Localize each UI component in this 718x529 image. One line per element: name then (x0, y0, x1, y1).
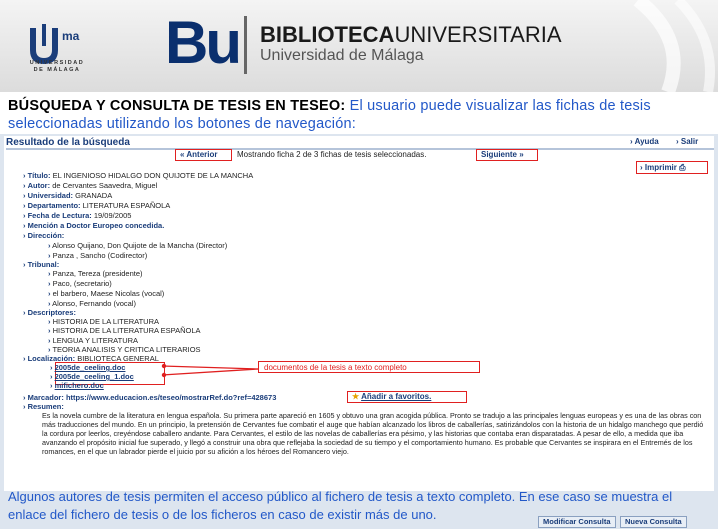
list-item: › Alonso Quijano, Don Quijote de la Manc… (48, 241, 228, 250)
field-mencion: › Mención a Doctor Europeo concedida. (23, 221, 165, 230)
file-link-1[interactable]: › 2005de_ceeling.doc (50, 363, 125, 372)
field-departamento: › Departamento: LITERATURA ESPAÑOLA (23, 201, 171, 210)
field-universidad: › Universidad: GRANADA (23, 191, 113, 200)
biblioteca-title: BIBLIOTECAUNIVERSITARIA (260, 22, 562, 47)
list-item: › HISTORIA DE LA LITERATURA (48, 317, 160, 326)
list-item: › LENGUA Y LITERATURA (48, 336, 139, 345)
exit-link[interactable]: › Salir (676, 137, 698, 146)
list-item: › Alonso, Fernando (vocal) (48, 299, 136, 308)
previous-button[interactable]: « Anterior (180, 150, 218, 159)
field-resumen: › Resumen: (23, 402, 64, 411)
next-button[interactable]: Siguiente » (481, 150, 524, 159)
callout-pointer-icon (161, 363, 259, 378)
field-autor: › Autor: de Cervantes Saavedra, Miguel (23, 181, 158, 190)
new-query-button[interactable]: Nueva Consulta (620, 516, 687, 528)
bu-logo: Bu (165, 9, 242, 76)
logo-divider (244, 16, 247, 74)
results-title: Resultado de la búsqueda (6, 137, 130, 148)
list-item: › el barbero, Maese Nicolas (vocal) (48, 289, 165, 298)
universidad-subtitle: Universidad de Málaga (260, 47, 424, 64)
record-counter: Mostrando ficha 2 de 3 fichas de tesis s… (237, 150, 427, 159)
list-item: › Panza , Sancho (Codirector) (48, 251, 148, 260)
list-item: › Panza, Tereza (presidente) (48, 269, 143, 278)
field-descriptores: › Descriptores: (23, 308, 76, 317)
add-favorites-button[interactable]: ★ Añadir a favoritos. (352, 392, 431, 401)
star-icon: ★ (352, 392, 360, 401)
field-tribunal: › Tribunal: (23, 260, 60, 269)
uma-name: UNIVERSIDAD DE MÁLAGA (29, 60, 85, 73)
uma-mark: ma (62, 29, 80, 43)
file-link-2[interactable]: › 2005de_ceeling_1.doc (50, 372, 134, 381)
header-banner: ma UNIVERSIDAD DE MÁLAGA Bu BIBLIOTECAUN… (0, 0, 718, 92)
list-item: › Paco, (secretario) (48, 279, 112, 288)
file-link-3[interactable]: › mifichero.doc (50, 381, 104, 390)
help-link[interactable]: › Ayuda (630, 137, 659, 146)
field-titulo: › Título: EL INGENIOSO HIDALGO DON QUIJO… (23, 171, 254, 180)
printer-icon: ⎙ (679, 163, 686, 172)
decorative-swoosh-icon (633, 0, 715, 92)
field-direccion: › Dirección: (23, 231, 65, 240)
print-button[interactable]: › Imprimir ⎙ (640, 163, 686, 173)
field-fecha: › Fecha de Lectura: 19/09/2005 (23, 211, 132, 220)
caption-top: BÚSQUEDA Y CONSULTA DE TESIS EN TESEO: E… (8, 98, 651, 132)
field-marcador: › Marcador: https://www.educacion.es/tes… (23, 393, 277, 402)
files-callout: documentos de la tesis a texto completo (258, 361, 480, 373)
modify-query-button[interactable]: Modificar Consulta (538, 516, 616, 528)
list-item: › HISTORIA DE LA LITERATURA ESPAÑOLA (48, 326, 201, 335)
resumen-text: Es la novela cumbre de la literatura en … (42, 411, 704, 456)
list-item: › TEORIA ANALISIS Y CRITICA LITERARIOS (48, 345, 201, 354)
